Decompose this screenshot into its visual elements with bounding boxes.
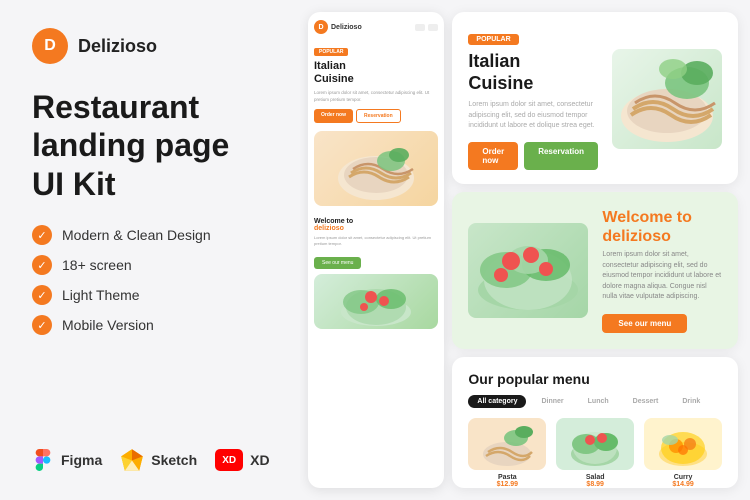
- right-panel: D Delizioso POPULAR ItalianCuisine Lorem…: [300, 0, 750, 500]
- desktop-mid-heading: Welcome to delizioso: [602, 208, 722, 246]
- desktop-reservation-btn[interactable]: Reservation: [524, 142, 598, 170]
- menu-tab-dinner[interactable]: Dinner: [532, 395, 572, 408]
- mobile-nav-icons: [415, 24, 438, 31]
- salad-illustration-desktop: [471, 225, 586, 315]
- desktop-column: POPULAR Italian Cuisine Lorem ipsum dolo…: [452, 12, 738, 488]
- feature-item: ✓ Light Theme: [32, 285, 268, 305]
- menu-item-image: [468, 418, 546, 470]
- mobile-column: D Delizioso POPULAR ItalianCuisine Lorem…: [308, 12, 444, 488]
- mobile-header: D Delizioso: [314, 20, 438, 34]
- mobile-order-btn[interactable]: Order now: [314, 109, 353, 123]
- mobile-section2-title: Welcome to: [314, 218, 438, 225]
- mobile-food-image: [314, 131, 438, 206]
- xd-icon: XD: [215, 449, 243, 471]
- mobile-section2-subtitle: delizioso: [314, 225, 438, 232]
- mobile-section2-desc: Lorem ipsum dolor sit amet, consectetur …: [314, 235, 438, 246]
- menu-item-price: $12.99: [497, 481, 518, 488]
- pasta-illustration: [331, 133, 421, 203]
- feature-item: ✓ Mobile Version: [32, 315, 268, 335]
- logo-circle: D: [32, 28, 68, 64]
- check-icon: ✓: [32, 255, 52, 275]
- mobile-nav-icon: [415, 24, 425, 31]
- menu-tab-all[interactable]: All category: [468, 395, 526, 408]
- menu-item-name: Salad: [586, 474, 605, 481]
- figma-icon: [32, 449, 54, 471]
- menu-item: Pasta $12.99: [468, 418, 546, 488]
- salad-illustration-mobile: [336, 277, 416, 327]
- menu-tabs: All category Dinner Lunch Dessert Drink: [468, 395, 722, 408]
- desktop-top-heading: Italian Cuisine: [468, 51, 598, 94]
- desktop-top-food-image: [612, 49, 722, 149]
- left-panel: D Delizioso Restaurant landing page UI K…: [0, 0, 300, 500]
- logo-area: D Delizioso: [32, 28, 268, 64]
- mobile-reservation-btn[interactable]: Reservation: [356, 109, 401, 123]
- mobile-logo-circle: D: [314, 20, 328, 34]
- sketch-icon: [120, 448, 144, 472]
- features-list: ✓ Modern & Clean Design ✓ 18+ screen ✓ L…: [32, 225, 268, 335]
- tools-area: Figma Sketch XD XD: [32, 448, 268, 472]
- feature-item: ✓ 18+ screen: [32, 255, 268, 275]
- check-icon: ✓: [32, 225, 52, 245]
- menu-item-image: [556, 418, 634, 470]
- menu-item-name: Curry: [674, 474, 693, 481]
- xd-label: XD: [250, 452, 269, 468]
- desktop-mid-food-image: [468, 223, 588, 318]
- mobile-tag: POPULAR: [314, 48, 348, 56]
- desktop-card-bot: Our popular menu All category Dinner Lun…: [452, 357, 738, 488]
- mobile-see-menu-btn[interactable]: See our menu: [314, 257, 361, 269]
- salad-mini: [568, 420, 623, 468]
- logo-name: Delizioso: [78, 36, 157, 57]
- desktop-top-text: POPULAR Italian Cuisine Lorem ipsum dolo…: [468, 28, 598, 170]
- feature-item: ✓ Modern & Clean Design: [32, 225, 268, 245]
- desktop-top-desc: Lorem ipsum dolor sit amet, consectetur …: [468, 100, 598, 132]
- desktop-card-top: POPULAR Italian Cuisine Lorem ipsum dolo…: [452, 12, 738, 184]
- title-line2: landing page: [32, 127, 229, 163]
- figma-tool: Figma: [32, 449, 102, 471]
- menu-item: Salad $8.99: [556, 418, 634, 488]
- menu-tab-drink[interactable]: Drink: [673, 395, 709, 408]
- title-line1: Restaurant: [32, 89, 199, 125]
- desktop-card-mid: Welcome to delizioso Lorem ipsum dolor s…: [452, 192, 738, 349]
- pasta-mini: [480, 420, 535, 468]
- menu-item-image: [644, 418, 722, 470]
- desktop-mid-text: Welcome to delizioso Lorem ipsum dolor s…: [602, 208, 722, 333]
- mobile-desc: Lorem ipsum dolor sit amet, consectetur …: [314, 90, 438, 103]
- menu-tab-dessert[interactable]: Dessert: [624, 395, 668, 408]
- menu-item: Curry $14.99: [644, 418, 722, 488]
- curry-mini: [656, 420, 711, 468]
- desktop-bot-title: Our popular menu: [468, 371, 722, 387]
- menu-item-price: $8.99: [586, 481, 604, 488]
- mobile-section2: Welcome to delizioso Lorem ipsum dolor s…: [314, 214, 438, 329]
- desktop-top-buttons: Order now Reservation: [468, 142, 598, 170]
- desktop-top-tag: POPULAR: [468, 34, 518, 45]
- title-line3: UI Kit: [32, 166, 116, 202]
- mobile-buttons: Order now Reservation: [314, 109, 438, 123]
- sketch-label: Sketch: [151, 452, 197, 468]
- mobile-logo: D Delizioso: [314, 20, 362, 34]
- main-title: Restaurant landing page UI Kit: [32, 88, 268, 203]
- mobile-heading: ItalianCuisine: [314, 60, 438, 86]
- menu-item-price: $14.99: [672, 481, 693, 488]
- desktop-see-menu-btn[interactable]: See our menu: [602, 314, 687, 333]
- menu-item-name: Pasta: [498, 474, 517, 481]
- desktop-order-btn[interactable]: Order now: [468, 142, 518, 170]
- mobile-salad-image: [314, 274, 438, 329]
- menu-tab-lunch[interactable]: Lunch: [579, 395, 618, 408]
- figma-label: Figma: [61, 452, 102, 468]
- check-icon: ✓: [32, 315, 52, 335]
- check-icon: ✓: [32, 285, 52, 305]
- menu-items: Pasta $12.99 Sa: [468, 418, 722, 488]
- mobile-nav-icon: [428, 24, 438, 31]
- pasta-illustration-desktop: [615, 51, 720, 146]
- xd-tool: XD XD: [215, 449, 269, 471]
- mobile-mockup: D Delizioso POPULAR ItalianCuisine Lorem…: [308, 12, 444, 488]
- desktop-mid-desc: Lorem ipsum dolor sit amet, consectetur …: [602, 250, 722, 303]
- sketch-tool: Sketch: [120, 448, 197, 472]
- mobile-logo-text: Delizioso: [331, 24, 362, 31]
